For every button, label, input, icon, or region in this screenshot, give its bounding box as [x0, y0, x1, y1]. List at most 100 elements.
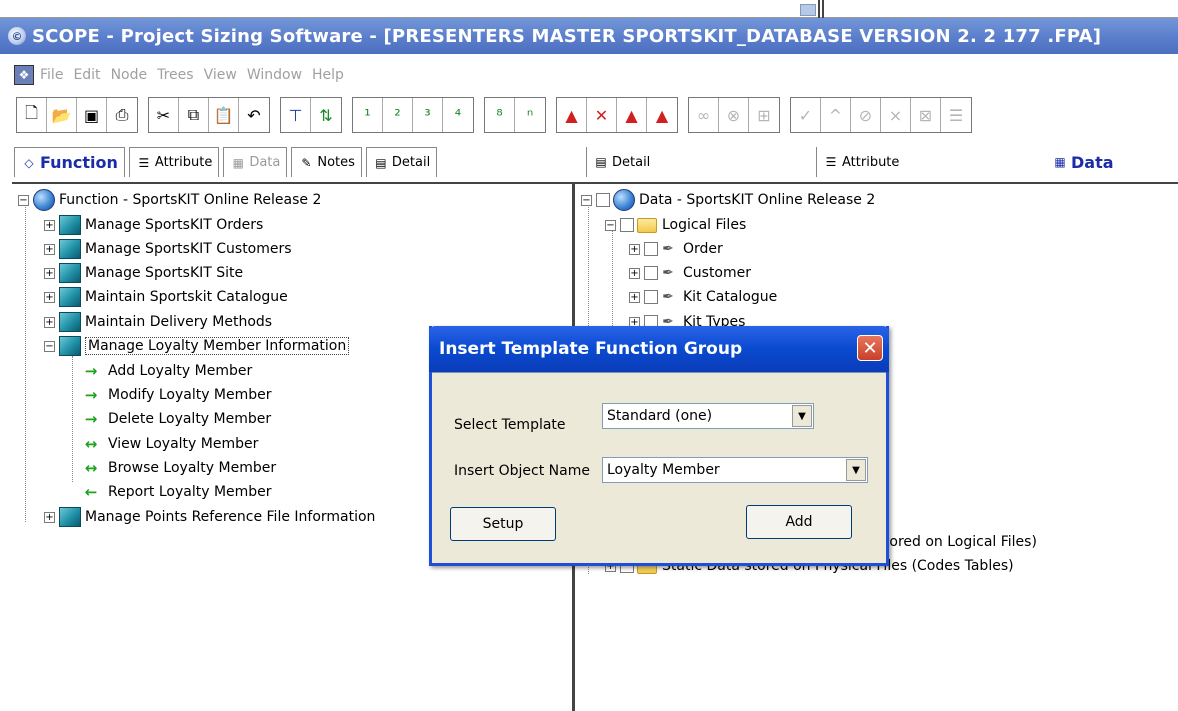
dialog-title: Insert Template Function Group — [439, 339, 743, 359]
collapse-icon[interactable]: − — [605, 219, 616, 231]
function-group-icon — [59, 215, 81, 235]
checkbox[interactable] — [596, 193, 610, 207]
document-icon[interactable]: ❖ — [14, 65, 34, 85]
menu-node[interactable]: Node — [111, 67, 148, 83]
tab-detail[interactable]: ▤ Detail — [365, 147, 438, 177]
menu-trees[interactable]: Trees — [157, 67, 193, 83]
node-label: Logical Files — [662, 217, 747, 233]
node-label: Maintain Sportskit Catalogue — [85, 289, 288, 305]
expand-icon[interactable]: + — [44, 316, 55, 328]
expand-icon[interactable]: + — [44, 511, 55, 523]
expand-icon[interactable]: + — [44, 219, 55, 231]
menu-file[interactable]: File — [40, 67, 63, 83]
caret-up-icon: ^ — [821, 98, 851, 132]
sort-icon[interactable]: ⇅ — [311, 98, 341, 132]
tree-node-expanded[interactable]: − Manage Loyalty Member Information — [44, 334, 350, 358]
tree-node[interactable]: + ✒ Order — [629, 237, 723, 261]
pen-nib-icon: ✒ — [662, 289, 674, 305]
expand-icon[interactable]: + — [44, 243, 55, 255]
chevron-down-icon[interactable]: ▼ — [846, 459, 866, 481]
expand-icon[interactable]: + — [44, 267, 55, 279]
logical-files-node[interactable]: − Logical Files — [605, 213, 746, 237]
level-1-icon[interactable]: ¹ — [353, 98, 383, 132]
new-document-icon[interactable]: 🗋 — [17, 98, 47, 132]
tab-attribute[interactable]: ☰ Attribute — [128, 147, 220, 177]
tab-function[interactable]: ◇ Function — [14, 147, 125, 177]
chevron-down-icon[interactable]: ▼ — [792, 405, 812, 427]
copy-icon[interactable]: ⧉ — [179, 98, 209, 132]
tree-node[interactable]: + ✒ Customer — [629, 261, 751, 285]
tree-leaf[interactable]: → Add Loyalty Member — [80, 359, 253, 383]
template-select[interactable]: Standard (one) ▼ — [602, 403, 814, 429]
node-label: Modify Loyalty Member — [108, 387, 272, 403]
move-cross-icon[interactable]: ✕ — [587, 98, 617, 132]
tree-node[interactable]: + Manage SportsKIT Site — [44, 261, 243, 285]
collapse-icon[interactable]: − — [18, 194, 29, 206]
print-icon[interactable]: ⎙ — [107, 98, 137, 132]
node-label: Manage SportsKIT Customers — [85, 241, 292, 257]
tree-leaf[interactable]: ↔ Browse Loyalty Member — [80, 456, 276, 480]
tab-attribute-right[interactable]: ☰ Attribute — [816, 147, 1042, 177]
inquiry-arrow-icon: ↔ — [84, 435, 98, 453]
checkbox[interactable] — [644, 242, 658, 256]
undo-icon[interactable]: ↶ — [239, 98, 269, 132]
expand-icon[interactable]: + — [44, 291, 55, 303]
tab-data-right[interactable]: ▦ Data — [1046, 147, 1120, 177]
tree-node[interactable]: + ✒ Kit Catalogue — [629, 285, 777, 309]
node-label: Customer — [683, 265, 752, 281]
menu-view[interactable]: View — [204, 67, 237, 83]
object-name-value: Loyalty Member — [607, 462, 720, 478]
setup-button[interactable]: Setup — [450, 507, 556, 541]
level-2-icon[interactable]: ² — [383, 98, 413, 132]
tab-label: Attribute — [154, 155, 213, 170]
check-icon: ✓ — [791, 98, 821, 132]
move-level-icon[interactable]: ▲ — [647, 98, 677, 132]
tree-leaf[interactable]: ↔ View Loyalty Member — [80, 432, 259, 456]
object-name-combo[interactable]: Loyalty Member ▼ — [602, 457, 868, 483]
tree-leaf[interactable]: → Modify Loyalty Member — [80, 383, 272, 407]
cut-icon[interactable]: ✂ — [149, 98, 179, 132]
add-button[interactable]: Add — [746, 505, 852, 539]
tree-view-icon[interactable]: ⊤ — [281, 98, 311, 132]
tree-node[interactable]: + Manage SportsKIT Orders — [44, 213, 263, 237]
data-root-node[interactable]: − Data - SportsKIT Online Release 2 — [581, 188, 875, 212]
collapse-icon[interactable]: − — [581, 194, 592, 206]
menu-edit[interactable]: Edit — [73, 67, 100, 83]
tab-detail-right[interactable]: ▤ Detail — [586, 147, 812, 177]
tree-node[interactable]: + Manage SportsKIT Customers — [44, 237, 292, 261]
move-top-icon[interactable]: ▲ — [617, 98, 647, 132]
paste-icon[interactable]: 📋 — [209, 98, 239, 132]
tree-node[interactable]: + Maintain Delivery Methods — [44, 310, 272, 334]
expand-level-icon[interactable]: ⁸ — [485, 98, 515, 132]
tab-notes[interactable]: ✎ Notes — [291, 147, 362, 177]
node-label: Kit Catalogue — [683, 289, 778, 305]
level-4-icon[interactable]: ⁴ — [443, 98, 473, 132]
save-icon[interactable]: ▣ — [77, 98, 107, 132]
insert-object-name-label: Insert Object Name — [454, 463, 590, 479]
function-group-icon — [59, 263, 81, 283]
tab-label: Data — [1071, 152, 1114, 172]
move-up-icon[interactable]: ▲ — [557, 98, 587, 132]
checkbox[interactable] — [620, 218, 634, 232]
function-icon: ◇ — [24, 155, 34, 170]
close-icon[interactable]: ✕ — [857, 335, 883, 361]
tree-node[interactable]: + Manage Points Reference File Informati… — [44, 505, 375, 529]
tree-line — [72, 356, 73, 482]
tree-leaf[interactable]: ← Report Loyalty Member — [80, 480, 272, 504]
tree-leaf[interactable]: → Delete Loyalty Member — [80, 407, 271, 431]
menu-help[interactable]: Help — [312, 67, 344, 83]
function-group-icon — [59, 287, 81, 307]
checkbox[interactable] — [644, 290, 658, 304]
expand-icon[interactable]: + — [629, 291, 640, 303]
checkbox[interactable] — [644, 266, 658, 280]
tree-node[interactable]: + Maintain Sportskit Catalogue — [44, 285, 288, 309]
collapse-icon[interactable]: − — [44, 340, 55, 352]
expand-all-icon[interactable]: ⁿ — [515, 98, 545, 132]
tab-label: Detail — [391, 155, 431, 170]
menu-window[interactable]: Window — [247, 67, 302, 83]
function-root-node[interactable]: − Function - SportsKIT Online Release 2 — [18, 188, 321, 212]
open-folder-icon[interactable]: 📂 — [47, 98, 77, 132]
expand-icon[interactable]: + — [629, 243, 640, 255]
expand-icon[interactable]: + — [629, 267, 640, 279]
level-3-icon[interactable]: ³ — [413, 98, 443, 132]
